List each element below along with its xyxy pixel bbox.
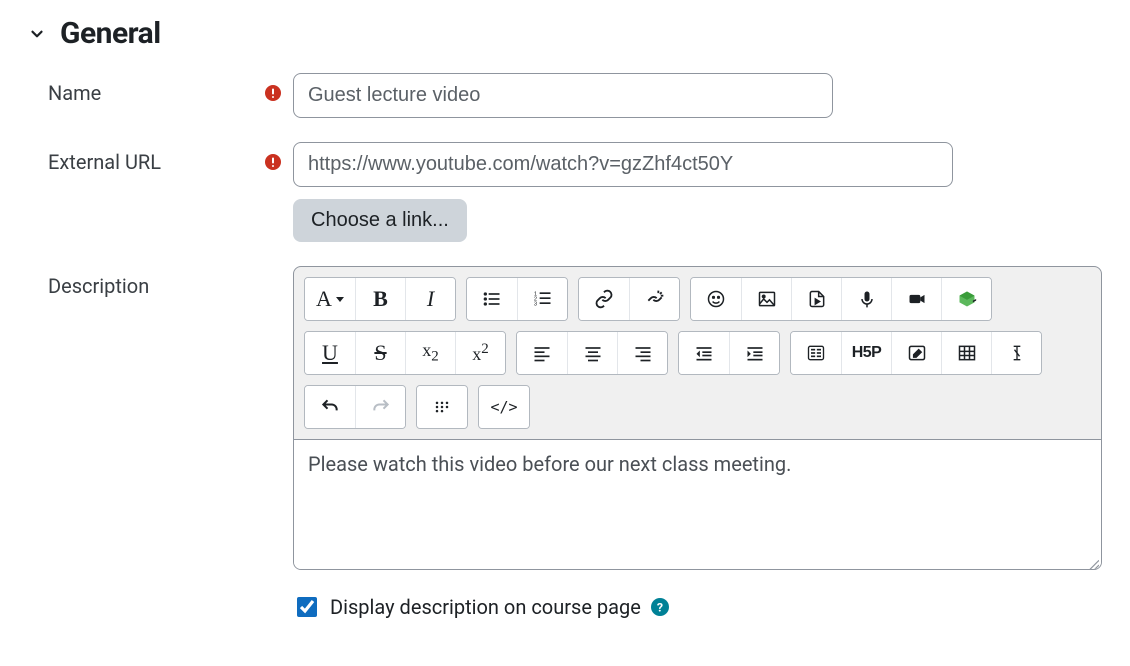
editor-content-area[interactable]: Please watch this video before our next … (294, 439, 1101, 569)
emoji-button[interactable] (691, 278, 741, 320)
description-text: Please watch this video before our next … (308, 452, 791, 476)
align-left-button[interactable] (517, 332, 567, 374)
redo-button[interactable] (355, 386, 405, 428)
display-description-checkbox[interactable] (297, 597, 317, 617)
accessibility-button[interactable] (417, 386, 467, 428)
external-url-label: External URL (48, 150, 161, 174)
html-button[interactable]: </> (479, 386, 529, 428)
field-description: Description A B I (28, 266, 1102, 570)
record-video-button[interactable] (891, 278, 941, 320)
bold-button[interactable]: B (355, 278, 405, 320)
svg-text:?: ? (657, 602, 663, 616)
clear-formatting-button[interactable] (991, 332, 1041, 374)
name-label: Name (48, 81, 101, 105)
rich-text-editor: A B I 123 (293, 266, 1102, 570)
display-description-row: Display description on course page ? (293, 594, 1102, 620)
subscript-button[interactable]: x2 (405, 332, 455, 374)
paragraph-style-button[interactable]: A (305, 278, 355, 320)
editor-toolbar: A B I 123 (294, 267, 1101, 429)
image-button[interactable] (741, 278, 791, 320)
underline-button[interactable]: U (305, 332, 355, 374)
italic-button[interactable]: I (405, 278, 455, 320)
numbered-list-button[interactable]: 123 (517, 278, 567, 320)
superscript-button[interactable]: x2 (455, 332, 505, 374)
field-external-url: External URL Choose a link... (28, 142, 1102, 242)
name-input[interactable] (293, 73, 833, 118)
edit-button[interactable] (891, 332, 941, 374)
svg-text:3: 3 (533, 302, 536, 308)
strikethrough-button[interactable]: S (355, 332, 405, 374)
section-header[interactable]: General (28, 16, 1102, 51)
resize-handle-icon[interactable] (1085, 553, 1099, 567)
chevron-down-icon (28, 25, 46, 43)
equation-button[interactable] (791, 332, 841, 374)
field-name: Name (28, 73, 1102, 118)
choose-link-button[interactable]: Choose a link... (293, 199, 467, 242)
manage-files-button[interactable] (941, 278, 991, 320)
section-title: General (60, 16, 161, 51)
unlink-button[interactable] (629, 278, 679, 320)
h5p-button[interactable]: H5P (841, 332, 891, 374)
bullet-list-button[interactable] (467, 278, 517, 320)
link-button[interactable] (579, 278, 629, 320)
outdent-button[interactable] (679, 332, 729, 374)
align-right-button[interactable] (617, 332, 667, 374)
help-icon[interactable]: ? (651, 598, 669, 616)
align-center-button[interactable] (567, 332, 617, 374)
media-button[interactable] (791, 278, 841, 320)
record-audio-button[interactable] (841, 278, 891, 320)
description-label: Description (48, 274, 149, 298)
required-icon (265, 154, 281, 170)
required-icon (265, 85, 281, 101)
external-url-input[interactable] (293, 142, 953, 187)
undo-button[interactable] (305, 386, 355, 428)
table-button[interactable] (941, 332, 991, 374)
indent-button[interactable] (729, 332, 779, 374)
caret-down-icon (336, 297, 344, 302)
display-description-label: Display description on course page (330, 595, 641, 619)
